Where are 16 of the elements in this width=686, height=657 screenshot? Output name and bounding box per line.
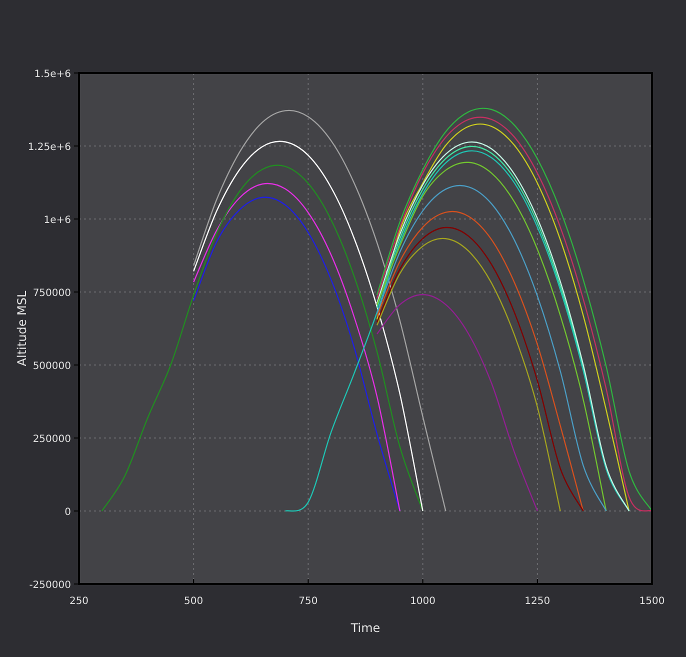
axis-title: Time: [350, 621, 380, 635]
axis-tick-label: 1250: [524, 596, 550, 607]
axis-tick-label: 750: [298, 596, 318, 607]
axis-tick-label: 1000: [410, 596, 436, 607]
axis-tick-label: 250000: [32, 434, 71, 445]
axis-tick-label: -250000: [29, 580, 71, 591]
axis-tick-label: 0: [64, 507, 71, 518]
axis-tick-label: 750000: [32, 288, 71, 299]
axis-tick-label: 500000: [32, 361, 71, 372]
axis-tick-label: 500: [184, 596, 204, 607]
axis-tick-label: 1.5e+6: [34, 69, 71, 80]
axis-title: Altitude MSL: [15, 290, 29, 366]
axis-tick-label: 1e+6: [44, 215, 71, 226]
axis-tick-label: 1500: [639, 596, 665, 607]
axis-tick-label: 250: [69, 596, 89, 607]
axis-tick-label: 1.25e+6: [28, 142, 71, 153]
